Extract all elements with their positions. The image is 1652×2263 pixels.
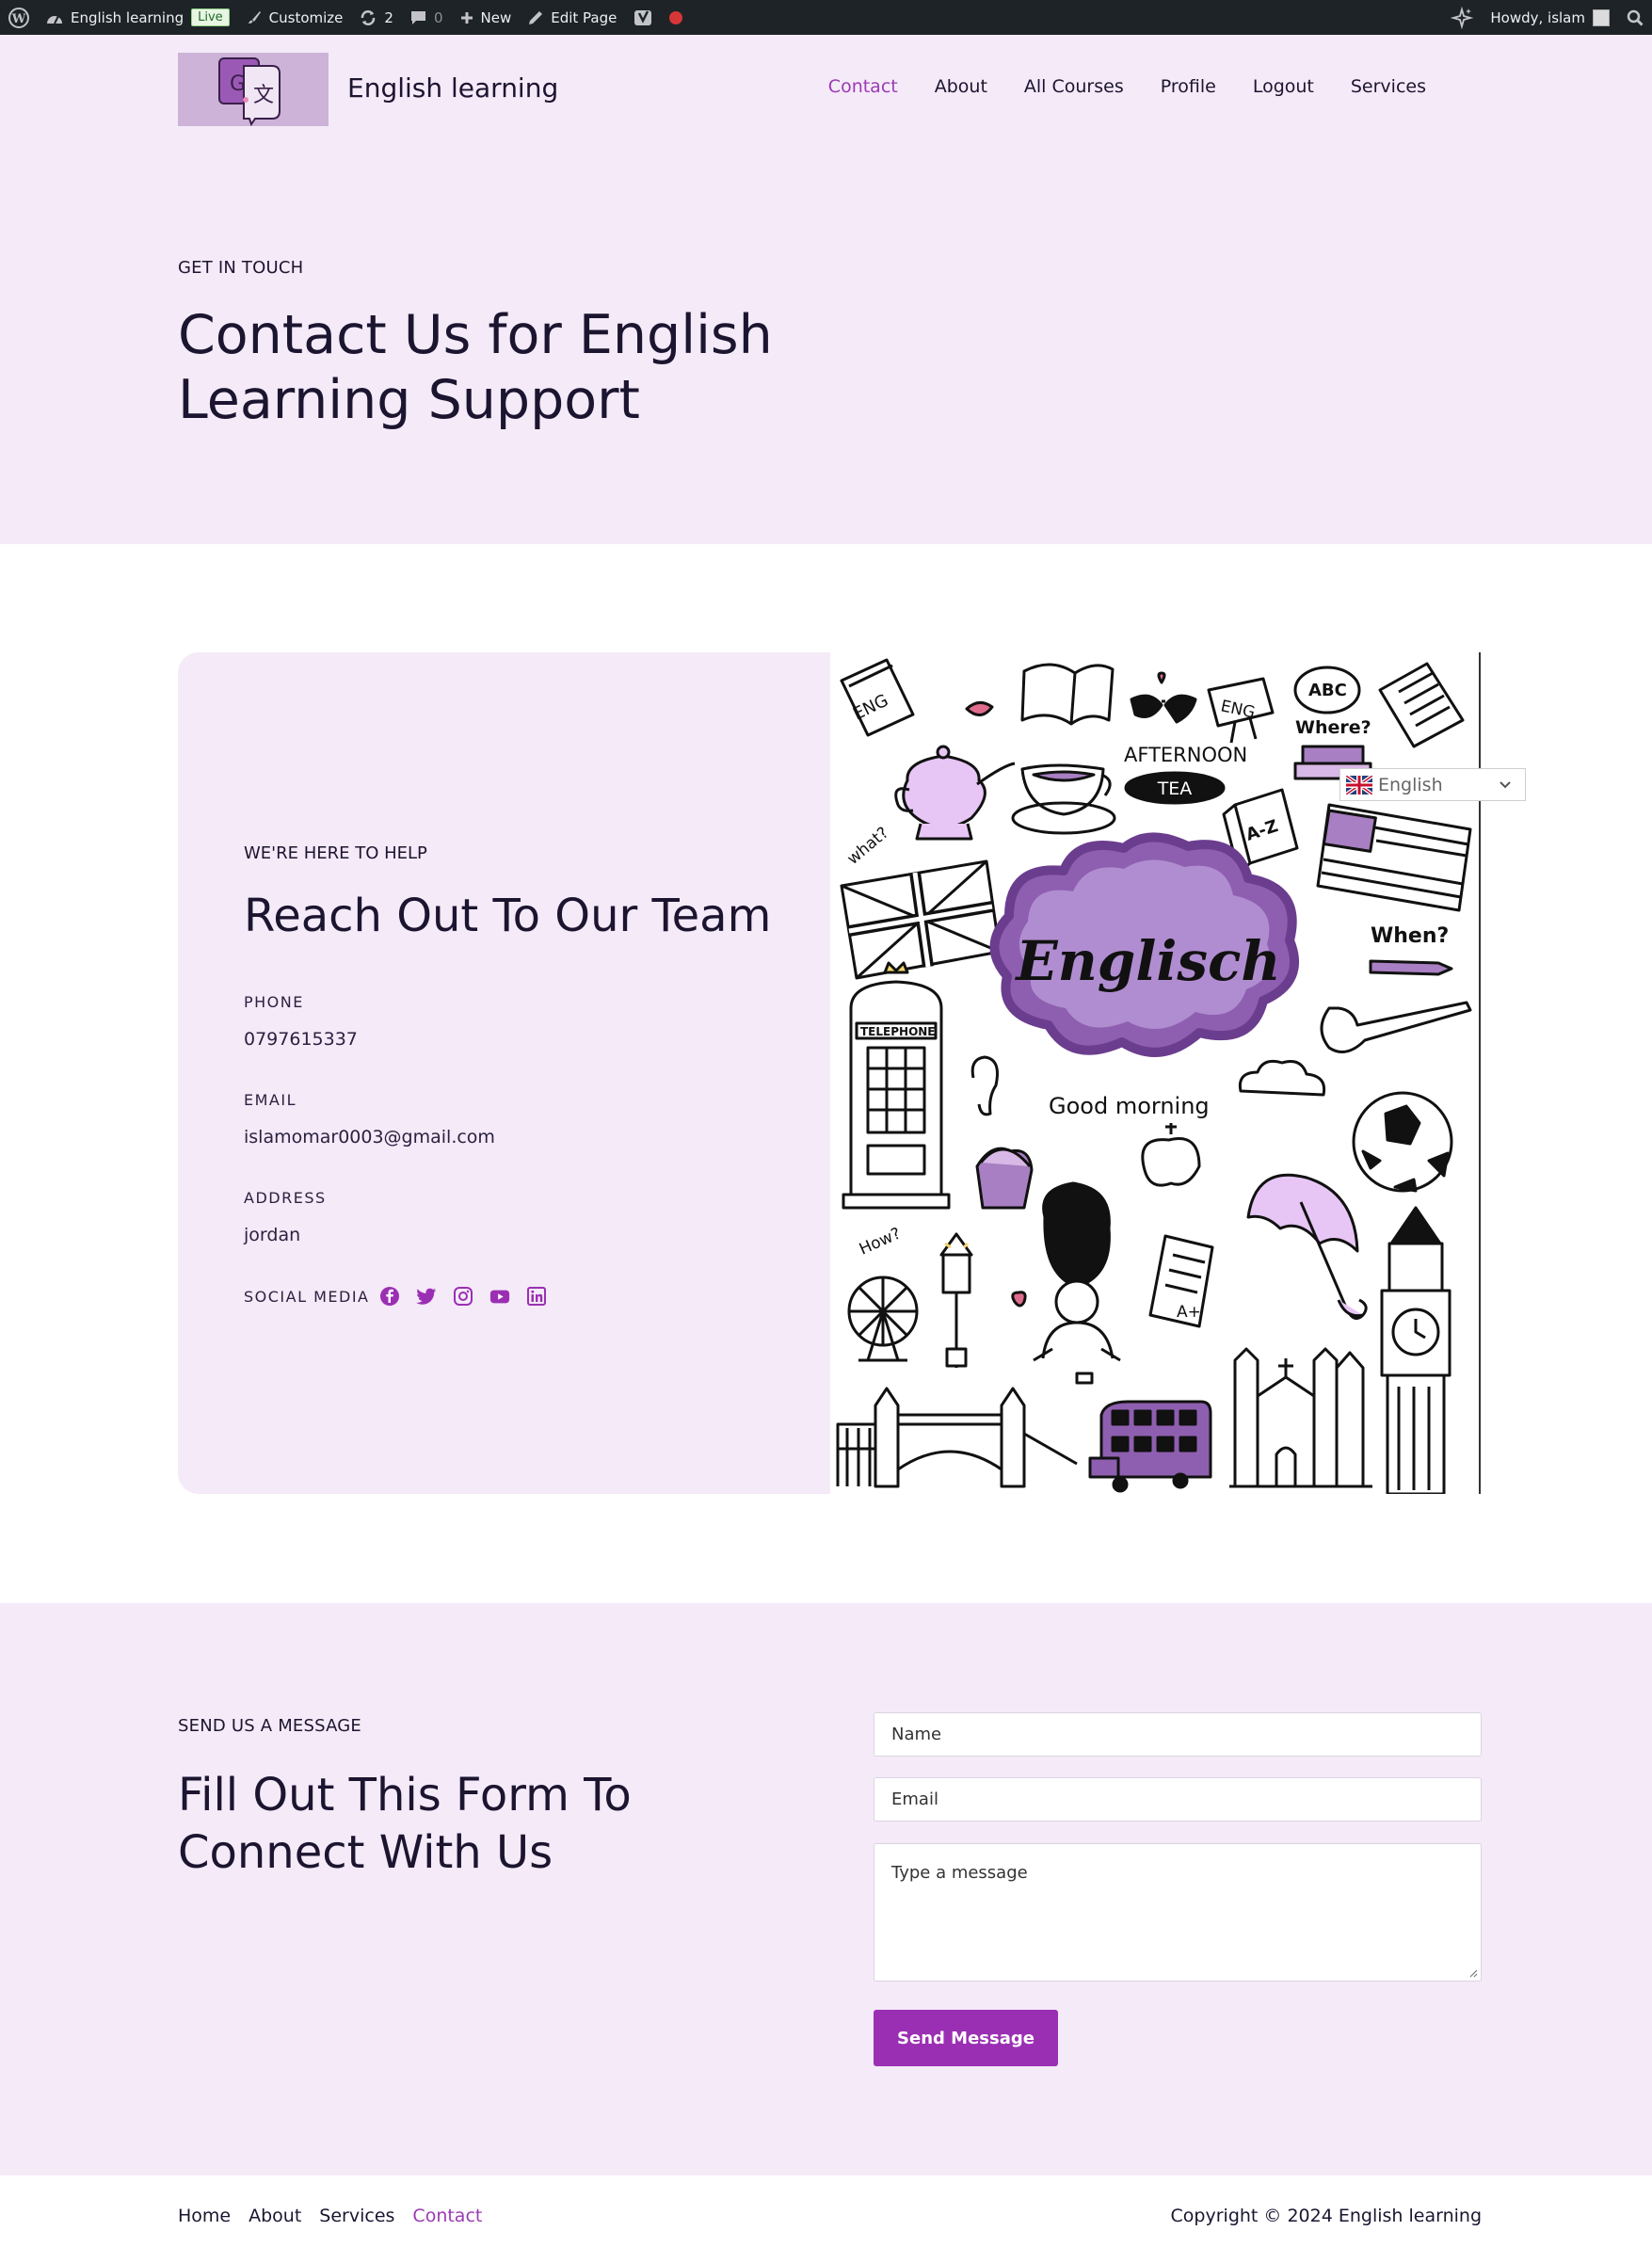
footer-navigation: Home About Services Contact [178, 2206, 482, 2226]
message-textarea[interactable]: Type a message [874, 1843, 1482, 1982]
language-selected: English [1378, 774, 1443, 795]
site-title[interactable]: English learning [347, 72, 558, 104]
admin-site-name: English learning [71, 8, 184, 26]
nav-contact[interactable]: Contact [828, 76, 898, 97]
doodle-when-text: When? [1371, 924, 1449, 948]
new-content-button[interactable]: New [452, 0, 521, 35]
doodle-how-text: How? [857, 1225, 904, 1260]
resize-grip-icon[interactable] [1468, 1968, 1478, 1978]
email-placeholder: Email [891, 1790, 938, 1809]
facebook-icon[interactable] [379, 1286, 400, 1307]
comments-button[interactable]: 0 [402, 0, 452, 35]
hero-eyebrow: GET IN TOUCH [178, 258, 304, 278]
wordpress-icon: W [8, 7, 29, 28]
doodle-afternoon-text: AFTERNOON [1124, 744, 1247, 766]
name-placeholder: Name [891, 1725, 942, 1744]
language-switcher[interactable]: English [1339, 768, 1526, 801]
customize-label: Customize [268, 8, 344, 26]
linkedin-icon[interactable] [526, 1286, 547, 1307]
svg-text:文: 文 [253, 84, 274, 107]
edit-page-label: Edit Page [551, 8, 617, 26]
social-media-label: SOCIAL MEDIA [244, 1288, 370, 1306]
send-message-button[interactable]: Send Message [874, 2010, 1058, 2066]
admin-search-button[interactable] [1618, 0, 1652, 35]
phone-label: PHONE [244, 993, 304, 1011]
contact-heading: Reach Out To Our Team [244, 890, 772, 942]
svg-text:W: W [11, 12, 26, 26]
twitter-icon[interactable] [416, 1286, 437, 1307]
site-footer: Home About Services Contact Copyright © … [0, 2175, 1652, 2263]
email-value[interactable]: islamomar0003@gmail.com [244, 1127, 495, 1148]
contact-info-panel: WE'RE HERE TO HELP Reach Out To Our Team… [178, 652, 830, 1494]
new-label: New [480, 8, 512, 26]
plus-icon [460, 11, 473, 24]
brush-icon [248, 10, 261, 24]
svg-text:G: G [230, 72, 246, 96]
yoast-icon [634, 9, 652, 25]
footer-nav-about[interactable]: About [249, 2206, 301, 2226]
wordpress-logo-button[interactable]: W [0, 0, 38, 35]
doodle-what-text: what? [843, 824, 892, 869]
yoast-seo-button[interactable] [625, 0, 661, 35]
youtube-icon[interactable] [489, 1286, 510, 1307]
edit-page-button[interactable]: Edit Page [520, 0, 625, 35]
avatar [1593, 8, 1610, 26]
ai-assistant-button[interactable] [1442, 0, 1482, 35]
customize-button[interactable]: Customize [238, 0, 352, 35]
copyright-text: Copyright © 2024 English learning [1170, 2206, 1482, 2226]
nav-profile[interactable]: Profile [1161, 76, 1216, 97]
phone-value[interactable]: 0797615337 [244, 1029, 358, 1050]
updates-icon [361, 9, 376, 25]
footer-nav-contact[interactable]: Contact [412, 2206, 482, 2226]
nav-all-courses[interactable]: All Courses [1024, 76, 1124, 97]
main-navigation: Contact About All Courses Profile Logout… [828, 76, 1426, 97]
doodle-telephone-text: TELEPHONE [860, 1025, 936, 1038]
chevron-down-icon [1500, 780, 1511, 788]
message-placeholder: Type a message [891, 1863, 1028, 1883]
dashboard-icon [47, 15, 62, 24]
social-links [379, 1286, 547, 1307]
translate-logo-icon: G 文 [178, 53, 329, 126]
message-heading: Fill Out This Form To Connect With Us [178, 1769, 632, 1879]
doodle-abc-text: ABC [1308, 681, 1347, 700]
nav-about[interactable]: About [935, 76, 987, 97]
message-eyebrow: SEND US A MESSAGE [178, 1716, 362, 1736]
live-badge: Live [191, 8, 230, 26]
address-label: ADDRESS [244, 1189, 327, 1207]
recording-indicator[interactable] [661, 0, 691, 35]
nav-services[interactable]: Services [1351, 76, 1426, 97]
contact-card: WE'RE HERE TO HELP Reach Out To Our Team… [178, 652, 1481, 1494]
site-logo[interactable]: G 文 [178, 53, 329, 126]
pencil-icon [529, 10, 543, 24]
instagram-icon[interactable] [453, 1286, 473, 1307]
page-title: Contact Us for English Learning Support [178, 304, 773, 431]
doodle-grade-text: A+ [1177, 1303, 1201, 1322]
footer-nav-home[interactable]: Home [178, 2206, 231, 2226]
red-dot-icon [669, 10, 683, 24]
doodle-tea-text: TEA [1157, 778, 1193, 799]
help-eyebrow: WE'RE HERE TO HELP [244, 843, 427, 863]
site-header: G 文 English learning Contact About All C… [0, 35, 1652, 544]
message-section: SEND US A MESSAGE Fill Out This Form To … [0, 1603, 1652, 2175]
account-menu[interactable]: Howdy, islam [1482, 0, 1618, 35]
howdy-label: Howdy, islam [1490, 8, 1585, 26]
comments-count: 0 [433, 8, 443, 26]
updates-button[interactable]: 2 [351, 0, 402, 35]
uk-flag-icon [1346, 775, 1372, 794]
name-input[interactable]: Name [874, 1712, 1482, 1757]
sparkles-icon [1451, 6, 1474, 29]
admin-site-name-button[interactable]: English learning Live [38, 0, 238, 35]
doodle-where-text: Where? [1295, 717, 1371, 738]
doodle-englisch-text: Englisch [1014, 929, 1280, 993]
comment-icon [410, 10, 425, 24]
address-value: jordan [244, 1225, 301, 1245]
updates-count: 2 [384, 8, 393, 26]
email-input[interactable]: Email [874, 1777, 1482, 1822]
email-label: EMAIL [244, 1091, 297, 1109]
nav-logout[interactable]: Logout [1253, 76, 1314, 97]
doodle-good-morning-text: Good morning [1049, 1093, 1210, 1119]
admin-bar: W English learning Live Customize 2 0 Ne… [0, 0, 1652, 35]
search-icon [1627, 9, 1644, 26]
footer-nav-services[interactable]: Services [319, 2206, 394, 2226]
